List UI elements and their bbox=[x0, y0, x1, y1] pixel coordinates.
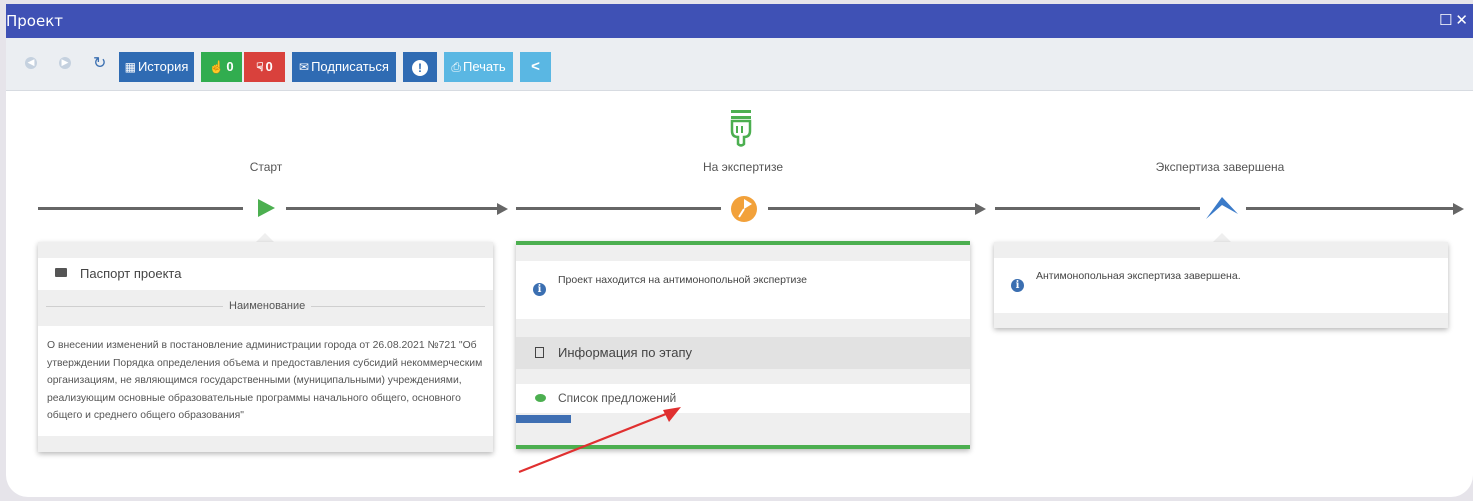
history-button[interactable]: ▦ История bbox=[119, 52, 194, 82]
exclamation-icon: ! bbox=[412, 59, 428, 76]
timeline-segment bbox=[516, 207, 721, 210]
history-label: История bbox=[137, 59, 189, 74]
expertise-status-text: Проект находится на антимонопольной эксп… bbox=[558, 274, 807, 286]
expertise-status-box: i Проект находится на антимонопольной эк… bbox=[516, 261, 970, 319]
window-controls[interactable]: ☐✕ bbox=[1439, 11, 1471, 29]
passport-card: Паспорт проекта Наименование О внесении … bbox=[38, 242, 493, 452]
arrow-up-chevron-icon[interactable] bbox=[1205, 194, 1239, 220]
hand-pointing-down-icon bbox=[730, 110, 752, 147]
passport-description-box: О внесении изменений в постановление адм… bbox=[38, 326, 493, 436]
back-icon[interactable]: ◀ bbox=[25, 57, 37, 69]
briefcase-icon bbox=[55, 268, 67, 277]
finished-card: i Антимонопольная экспертиза завершена. bbox=[994, 242, 1448, 328]
dislike-button[interactable]: ☟ 0 bbox=[244, 52, 285, 82]
finished-status-text: Антимонопольная экспертиза завершена. bbox=[1036, 270, 1241, 282]
subscribe-icon: ✉ bbox=[299, 60, 310, 74]
finished-status-box: i Антимонопольная экспертиза завершена. bbox=[994, 258, 1448, 313]
stage-info-label: Информация по этапу bbox=[558, 345, 693, 360]
timeline-segment bbox=[38, 207, 243, 210]
refresh-icon[interactable]: ↻ bbox=[93, 53, 106, 72]
annotation-arrow-icon bbox=[518, 407, 681, 474]
stage-finished-label: Экспертиза завершена bbox=[1155, 160, 1285, 174]
share-button[interactable]: < bbox=[520, 52, 551, 82]
print-button[interactable]: ⎙ Печать bbox=[444, 52, 513, 82]
timeline-segment bbox=[1246, 207, 1453, 210]
subscribe-label: Подписаться bbox=[311, 59, 389, 74]
info-icon: i bbox=[533, 283, 546, 296]
printer-icon: ⎙ bbox=[451, 60, 461, 74]
play-icon[interactable] bbox=[255, 197, 277, 219]
stage-expertise-label: На экспертизе bbox=[702, 160, 783, 174]
dislike-count: 0 bbox=[265, 59, 273, 74]
toolbar: ◀ ▶ ↻ ▦ История ☝ 0 ☟ 0 ✉ Подписаться ! ⎙ Печ… bbox=[6, 38, 1473, 91]
alert-button[interactable]: ! bbox=[403, 52, 437, 82]
passport-description: О внесении изменений в постановление адм… bbox=[47, 340, 483, 422]
timeline-arrow-icon bbox=[975, 203, 986, 215]
pie-chart-icon[interactable] bbox=[730, 195, 758, 223]
share-icon: < bbox=[531, 58, 540, 75]
forward-icon[interactable]: ▶ bbox=[59, 57, 71, 69]
like-button[interactable]: ☝ 0 bbox=[201, 52, 242, 82]
passport-header[interactable]: Паспорт проекта bbox=[38, 258, 493, 290]
like-count: 0 bbox=[226, 59, 234, 74]
section-name-label: Наименование bbox=[223, 300, 312, 312]
project-window: Проект ☐✕ ◀ ▶ ↻ ▦ История ☝ 0 ☟ 0 ✉ Подписат… bbox=[6, 4, 1473, 497]
thumbs-up-icon: ☝ bbox=[209, 60, 225, 74]
passport-title: Паспорт проекта bbox=[80, 266, 182, 281]
window-titlebar: Проект ☐✕ bbox=[6, 4, 1473, 38]
subscribe-button[interactable]: ✉ Подписаться bbox=[292, 52, 396, 82]
timeline-arrow-icon bbox=[497, 203, 508, 215]
window-title: Проект bbox=[6, 12, 64, 30]
calendar-icon: ▦ bbox=[124, 60, 136, 74]
stage-info-row[interactable]: Информация по этапу bbox=[516, 337, 970, 369]
card-pointer bbox=[256, 233, 274, 242]
info-icon: i bbox=[1011, 279, 1024, 292]
timeline-segment bbox=[768, 207, 975, 210]
document-icon bbox=[535, 347, 544, 358]
timeline-segment bbox=[995, 207, 1200, 210]
stage-start-label: Старт bbox=[249, 160, 283, 174]
print-label: Печать bbox=[463, 59, 506, 74]
card-pointer bbox=[1213, 233, 1231, 242]
timeline-arrow-icon bbox=[1453, 203, 1464, 215]
timeline-segment bbox=[286, 207, 497, 210]
thumbs-down-icon: ☟ bbox=[256, 60, 264, 74]
